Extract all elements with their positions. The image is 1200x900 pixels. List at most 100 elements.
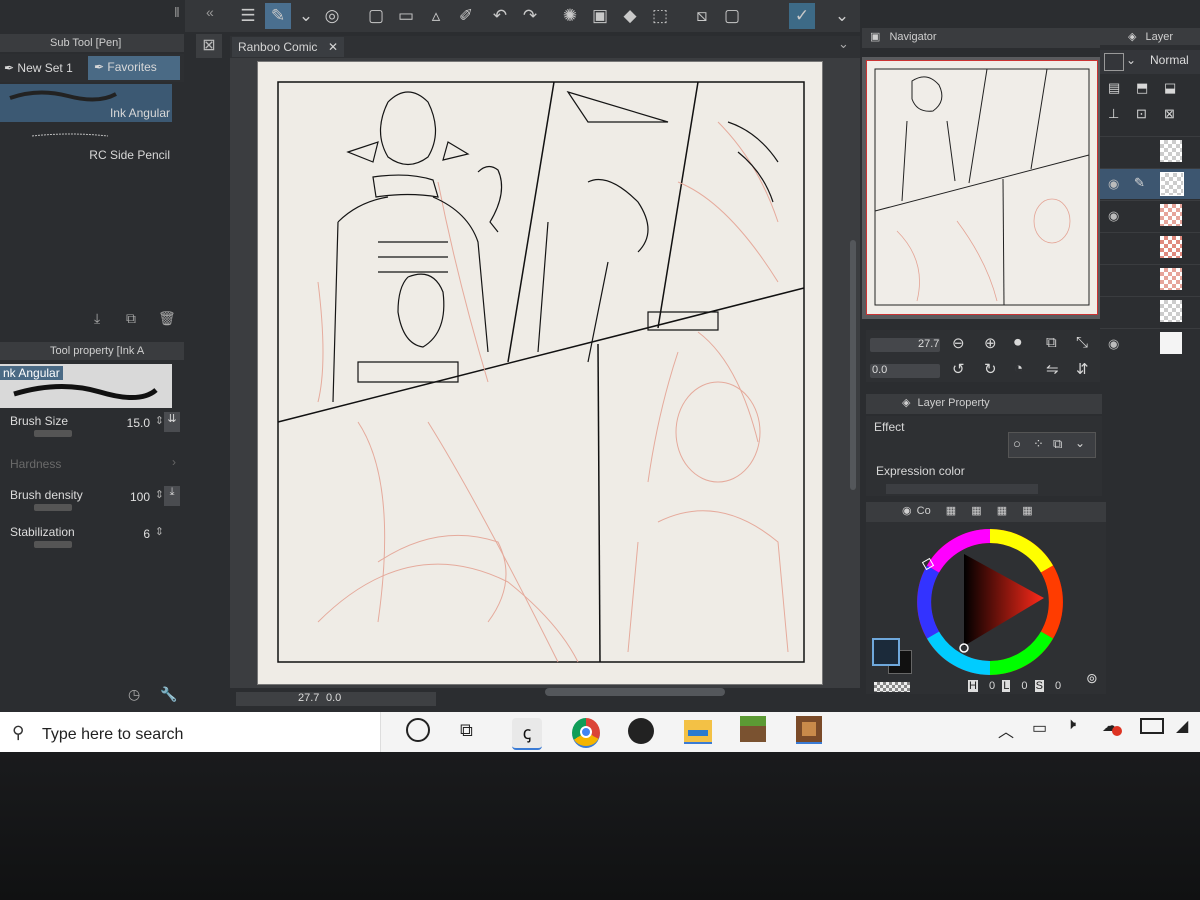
hue-ring[interactable] xyxy=(912,524,1068,680)
save-icon[interactable]: ▵ xyxy=(423,3,449,29)
chrome-icon[interactable] xyxy=(572,718,600,748)
color-settings-icon[interactable]: ⊚ xyxy=(1086,670,1098,687)
check-icon[interactable]: ✓ xyxy=(789,3,815,29)
reset-rotation-icon[interactable]: ◔ xyxy=(1014,360,1023,377)
eye-icon[interactable]: ◉ xyxy=(1108,208,1119,224)
history-color-icon[interactable]: ▦ xyxy=(1022,505,1032,517)
duplicate-icon[interactable]: ⧉ xyxy=(126,310,136,327)
layer-color-swatch[interactable] xyxy=(1104,53,1124,71)
zoom-value[interactable]: 27.7 xyxy=(918,338,939,350)
brush-item-ink-angular[interactable]: Ink Angular xyxy=(0,84,172,122)
frame-icon[interactable]: ▢ xyxy=(719,3,745,29)
transform-icon[interactable]: ⬚ xyxy=(647,3,673,29)
transparent-color-icon[interactable] xyxy=(874,682,910,692)
expression-color-select[interactable] xyxy=(886,484,1038,494)
brush-item-rc-side-pencil[interactable]: RC Side Pencil xyxy=(0,126,172,164)
fit-page-icon[interactable]: ⧉ xyxy=(1046,334,1057,351)
menu-icon[interactable]: ☰ xyxy=(235,3,261,29)
rotate-left-icon[interactable]: ↺ xyxy=(952,360,965,378)
color-set-icon[interactable]: ▦ xyxy=(946,505,956,517)
minecraft-dungeons-icon[interactable] xyxy=(796,716,822,744)
clip-icon[interactable]: ⬒ xyxy=(1136,80,1148,96)
fit-window-icon[interactable]: ⤡ xyxy=(1076,334,1088,351)
eye-icon[interactable]: ◉ xyxy=(1108,176,1119,192)
mask-icon[interactable]: ⊡ xyxy=(1136,106,1147,122)
taskbar-search-box[interactable]: ⚲ Type here to search xyxy=(0,712,381,754)
zoom-readout[interactable]: 27.7 xyxy=(298,692,319,704)
layer-row[interactable] xyxy=(1100,232,1200,263)
clear-icon[interactable]: ▣ xyxy=(587,3,613,29)
color-wheel-icon[interactable]: ◉ xyxy=(902,505,912,517)
flip-vertical-icon[interactable]: ⇵ xyxy=(1076,360,1089,378)
border-effect-icon[interactable]: ○ xyxy=(1013,436,1021,451)
pin-icon[interactable]: ⊥ xyxy=(1108,106,1119,122)
chevron-down-icon[interactable]: ⌄ xyxy=(838,36,849,52)
meet-now-icon[interactable]: ▭ xyxy=(1032,718,1047,738)
approx-color-icon[interactable]: ▦ xyxy=(997,505,1007,517)
chevron-down-icon[interactable]: ⌄ xyxy=(1126,53,1136,67)
rotate-right-icon[interactable]: ↻ xyxy=(984,360,997,378)
collapse-icon[interactable]: ‖ xyxy=(174,4,180,20)
layer-row[interactable] xyxy=(1100,264,1200,295)
flip-horizontal-icon[interactable]: ⇋ xyxy=(1046,360,1059,378)
zoom-out-icon[interactable]: ⊖ xyxy=(952,334,965,352)
double-chevron-left-icon[interactable]: « xyxy=(206,4,214,20)
rotation-value[interactable]: 0.0 xyxy=(872,364,887,376)
close-window-icon[interactable]: ⊠ xyxy=(196,34,222,58)
close-icon[interactable]: ✕ xyxy=(328,37,338,57)
stabilization-slider[interactable] xyxy=(34,541,72,548)
tab-new-set-1[interactable]: ✒ New Set 1 xyxy=(0,57,86,79)
new-file-icon[interactable]: ▢ xyxy=(363,3,389,29)
layer-row[interactable] xyxy=(1100,136,1200,167)
tab-ranboo-comic[interactable]: Ranboo Comic ✕ xyxy=(232,37,344,57)
pen-tool-icon[interactable]: ✎ xyxy=(265,3,291,29)
navigator-thumbnail[interactable] xyxy=(866,60,1098,315)
comic-page[interactable] xyxy=(258,62,822,684)
stepper-icon[interactable]: ⇕ xyxy=(155,525,164,538)
layer-color-effect-icon[interactable]: ⧉ xyxy=(1053,436,1062,452)
download-icon[interactable]: ⤓ xyxy=(94,310,100,327)
intermediate-color-icon[interactable]: ▦ xyxy=(971,505,981,517)
clip-studio-icon[interactable]: ꞔ xyxy=(512,718,542,750)
pen-alt-icon[interactable]: ✐ xyxy=(453,3,479,29)
layer-row[interactable] xyxy=(1100,296,1200,327)
redo-icon[interactable]: ↷ xyxy=(517,3,543,29)
chevron-down-icon[interactable]: ⌄ xyxy=(1075,436,1085,450)
wifi-icon[interactable]: ◢ xyxy=(1176,716,1188,736)
blend-mode-select[interactable]: Normal xyxy=(1150,53,1189,67)
brush-density-slider[interactable] xyxy=(34,504,72,511)
rotation-readout[interactable]: 0.0 xyxy=(326,692,341,704)
wrench-icon[interactable]: 🔧 xyxy=(160,686,177,703)
fill-icon[interactable]: ◆ xyxy=(617,3,643,29)
brush-size-slider[interactable] xyxy=(34,430,72,437)
property-brush-size[interactable]: Brush Size 15.0 ⇕ ⇊ xyxy=(10,412,180,440)
effect-selector[interactable]: ○ ⁘ ⧉ ⌄ xyxy=(1008,432,1096,458)
chevron-down-icon[interactable]: ⌄ xyxy=(293,3,319,29)
reference-icon[interactable]: ⬓ xyxy=(1164,80,1176,96)
property-brush-density[interactable]: Brush density 100 ⇕ ⤓ xyxy=(10,486,180,514)
settings-dial-icon[interactable]: ◷ xyxy=(128,686,140,703)
select-off-icon[interactable]: ⧅ xyxy=(689,3,715,29)
obs-icon[interactable] xyxy=(628,718,654,744)
pressure-icon[interactable]: ⇊ xyxy=(164,412,180,432)
cortana-icon[interactable] xyxy=(406,718,430,742)
ruler-icon[interactable]: ⊠ xyxy=(1164,106,1175,122)
actual-size-icon[interactable]: ⏺ xyxy=(1014,334,1022,351)
volume-icon[interactable]: 🕨 xyxy=(1066,716,1076,734)
horizontal-scrollbar[interactable] xyxy=(545,688,725,696)
task-view-icon[interactable]: ⧉ xyxy=(460,720,473,741)
minecraft-icon[interactable] xyxy=(740,716,766,742)
tab-favorites[interactable]: ✒ Favorites xyxy=(88,56,180,80)
stepper-icon[interactable]: ⇕ xyxy=(155,488,164,501)
vertical-scrollbar[interactable] xyxy=(850,240,856,490)
layer-row[interactable]: ◉ ✎ xyxy=(1100,168,1200,199)
chevron-up-icon[interactable]: ︿ xyxy=(998,718,1014,742)
open-folder-icon[interactable]: ▭ xyxy=(393,3,419,29)
tone-effect-icon[interactable]: ⁘ xyxy=(1033,436,1044,452)
main-color-swatch[interactable] xyxy=(872,638,900,666)
chevron-down-icon[interactable]: ⌄ xyxy=(829,3,855,29)
battery-icon[interactable] xyxy=(1140,718,1164,734)
trash-icon[interactable]: 🗑 xyxy=(158,310,176,327)
layer-row[interactable]: ◉ xyxy=(1100,200,1200,231)
property-stabilization[interactable]: Stabilization 6 ⇕ xyxy=(10,523,180,551)
